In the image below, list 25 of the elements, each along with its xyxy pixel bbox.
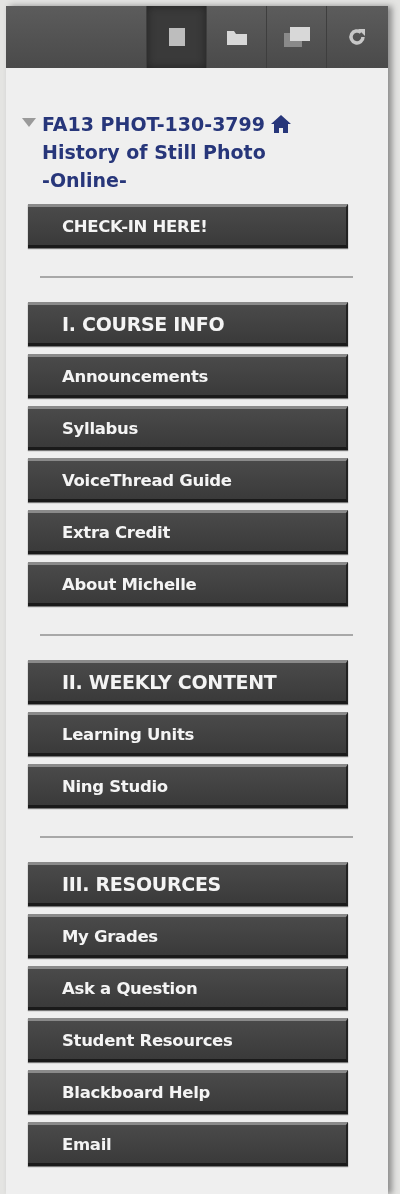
refresh-icon [347,28,366,46]
list-view-button[interactable] [146,6,206,68]
menu-link-button[interactable]: Announcements [28,354,348,398]
menu-link-button[interactable]: Email [28,1122,348,1166]
course-title[interactable]: -Online- [42,166,292,194]
menu-link-button[interactable]: Ning Studio [28,764,348,808]
list-icon [168,28,185,46]
menu-link-button[interactable]: Syllabus [28,406,348,450]
home-icon[interactable] [271,115,292,133]
course-title[interactable]: History of Still Photo [42,138,292,166]
windows-icon [283,27,310,47]
menu-link-button[interactable]: Student Resources [28,1018,348,1062]
course-title[interactable]: FA13 PHOT-130-3799 [42,110,266,138]
menu-link-button[interactable]: Blackboard Help [28,1070,348,1114]
menu-link-button[interactable]: VoiceThread Guide [28,458,348,502]
menu-link-button[interactable]: Extra Credit [28,510,348,554]
menu-link-button[interactable]: Ask a Question [28,966,348,1010]
section-heading-button[interactable]: II. WEEKLY CONTENT [28,660,348,704]
menu-link-button[interactable]: Learning Units [28,712,348,756]
menu-link-button[interactable]: CHECK-IN HERE! [28,204,348,248]
menu-link-button[interactable]: About Michelle [28,562,348,606]
section-heading-button[interactable]: III. RESOURCES [28,862,348,906]
menu-link-button[interactable]: My Grades [28,914,348,958]
folder-icon [226,29,247,45]
section-heading-button[interactable]: I. COURSE INFO [28,302,348,346]
